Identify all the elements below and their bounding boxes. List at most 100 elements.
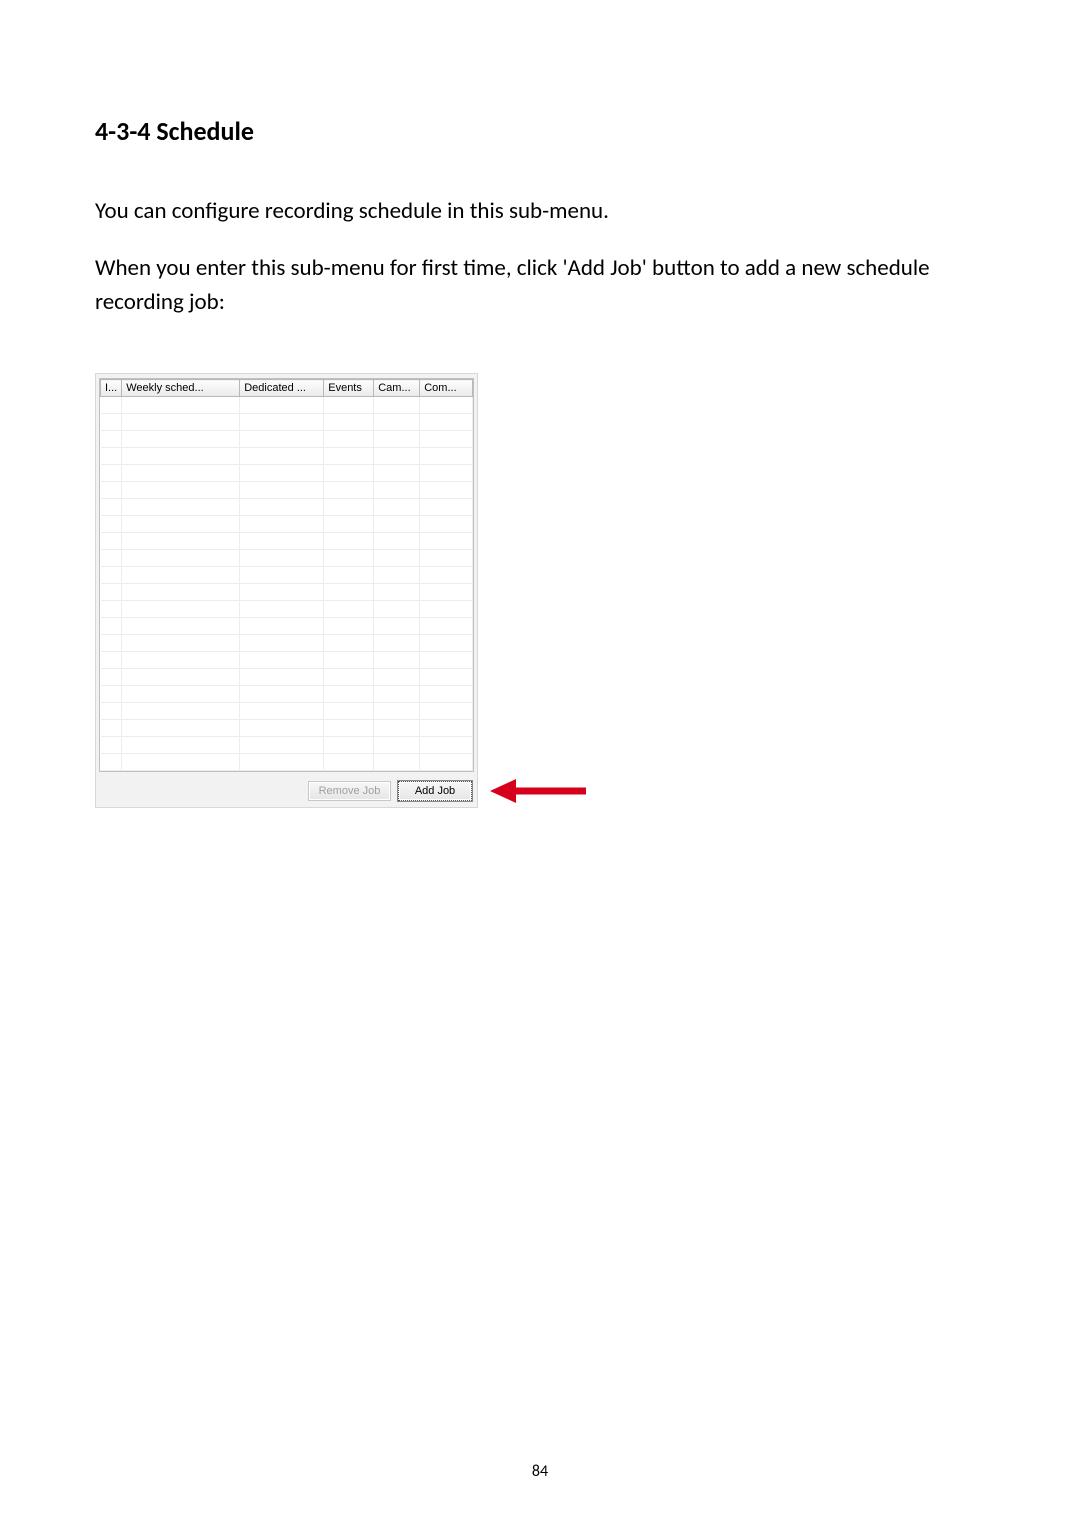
table-cell <box>374 482 420 499</box>
table-row <box>101 533 473 550</box>
table-cell <box>420 448 473 465</box>
table-cell <box>420 601 473 618</box>
table-cell <box>240 465 324 482</box>
table-cell <box>420 397 473 414</box>
table-header-row: I... Weekly sched... Dedicated ... Event… <box>101 380 473 397</box>
table-row <box>101 601 473 618</box>
table-cell <box>374 516 420 533</box>
table-cell <box>122 601 240 618</box>
table-cell <box>122 720 240 737</box>
table-cell <box>324 584 374 601</box>
table-cell <box>122 703 240 720</box>
table-cell <box>420 482 473 499</box>
table-cell <box>374 737 420 754</box>
col-header-com[interactable]: Com... <box>420 380 473 397</box>
col-header-dedicated[interactable]: Dedicated ... <box>240 380 324 397</box>
table-row <box>101 737 473 754</box>
table-cell <box>101 397 122 414</box>
table-cell <box>374 397 420 414</box>
table-cell <box>324 533 374 550</box>
table-cell <box>420 686 473 703</box>
table-row <box>101 669 473 686</box>
table-cell <box>240 397 324 414</box>
table-cell <box>101 550 122 567</box>
table-cell <box>324 686 374 703</box>
table-cell <box>240 737 324 754</box>
table-row <box>101 550 473 567</box>
table-cell <box>324 414 374 431</box>
table-row <box>101 567 473 584</box>
remove-job-button: Remove Job <box>308 781 392 801</box>
table-cell <box>420 567 473 584</box>
table-cell <box>374 414 420 431</box>
schedule-panel-screenshot: I... Weekly sched... Dedicated ... Event… <box>95 373 478 808</box>
table-cell <box>101 754 122 771</box>
table-cell <box>374 601 420 618</box>
table-cell <box>101 431 122 448</box>
table-cell <box>240 720 324 737</box>
table-cell <box>240 686 324 703</box>
table-cell <box>240 516 324 533</box>
table-cell <box>122 414 240 431</box>
table-cell <box>374 720 420 737</box>
arrow-left-icon <box>488 776 588 806</box>
table-cell <box>324 737 374 754</box>
table-cell <box>324 601 374 618</box>
table-cell <box>240 618 324 635</box>
table-cell <box>420 703 473 720</box>
col-header-index[interactable]: I... <box>101 380 122 397</box>
table-cell <box>420 754 473 771</box>
table-cell <box>374 652 420 669</box>
table-cell <box>420 431 473 448</box>
schedule-table-container: I... Weekly sched... Dedicated ... Event… <box>99 378 474 772</box>
page-number: 84 <box>0 1462 1080 1481</box>
table-cell <box>374 431 420 448</box>
table-cell <box>101 635 122 652</box>
table-row <box>101 720 473 737</box>
add-job-button[interactable]: Add Job <box>398 781 472 801</box>
col-header-cam[interactable]: Cam... <box>374 380 420 397</box>
table-row <box>101 482 473 499</box>
table-cell <box>420 584 473 601</box>
table-cell <box>101 533 122 550</box>
button-row: Remove Job Add Job <box>99 772 474 803</box>
table-cell <box>420 550 473 567</box>
col-header-events[interactable]: Events <box>324 380 374 397</box>
table-cell <box>101 482 122 499</box>
table-cell <box>420 652 473 669</box>
table-cell <box>420 635 473 652</box>
table-cell <box>240 482 324 499</box>
table-cell <box>374 567 420 584</box>
table-cell <box>420 720 473 737</box>
table-cell <box>324 550 374 567</box>
paragraph-1: You can configure recording schedule in … <box>95 195 985 228</box>
table-cell <box>122 652 240 669</box>
table-cell <box>101 720 122 737</box>
table-cell <box>324 397 374 414</box>
table-cell <box>101 737 122 754</box>
table-cell <box>240 601 324 618</box>
table-cell <box>101 465 122 482</box>
table-cell <box>324 652 374 669</box>
table-cell <box>374 618 420 635</box>
table-cell <box>101 652 122 669</box>
table-cell <box>122 686 240 703</box>
table-cell <box>240 669 324 686</box>
table-cell <box>240 499 324 516</box>
table-cell <box>374 669 420 686</box>
table-cell <box>374 465 420 482</box>
table-row <box>101 754 473 771</box>
table-row <box>101 414 473 431</box>
table-cell <box>122 635 240 652</box>
table-row <box>101 448 473 465</box>
table-cell <box>374 533 420 550</box>
table-cell <box>374 499 420 516</box>
schedule-table: I... Weekly sched... Dedicated ... Event… <box>100 379 473 771</box>
table-cell <box>240 635 324 652</box>
table-cell <box>324 482 374 499</box>
table-cell <box>240 431 324 448</box>
table-cell <box>122 618 240 635</box>
table-cell <box>324 465 374 482</box>
table-cell <box>420 618 473 635</box>
col-header-weekly[interactable]: Weekly sched... <box>122 380 240 397</box>
